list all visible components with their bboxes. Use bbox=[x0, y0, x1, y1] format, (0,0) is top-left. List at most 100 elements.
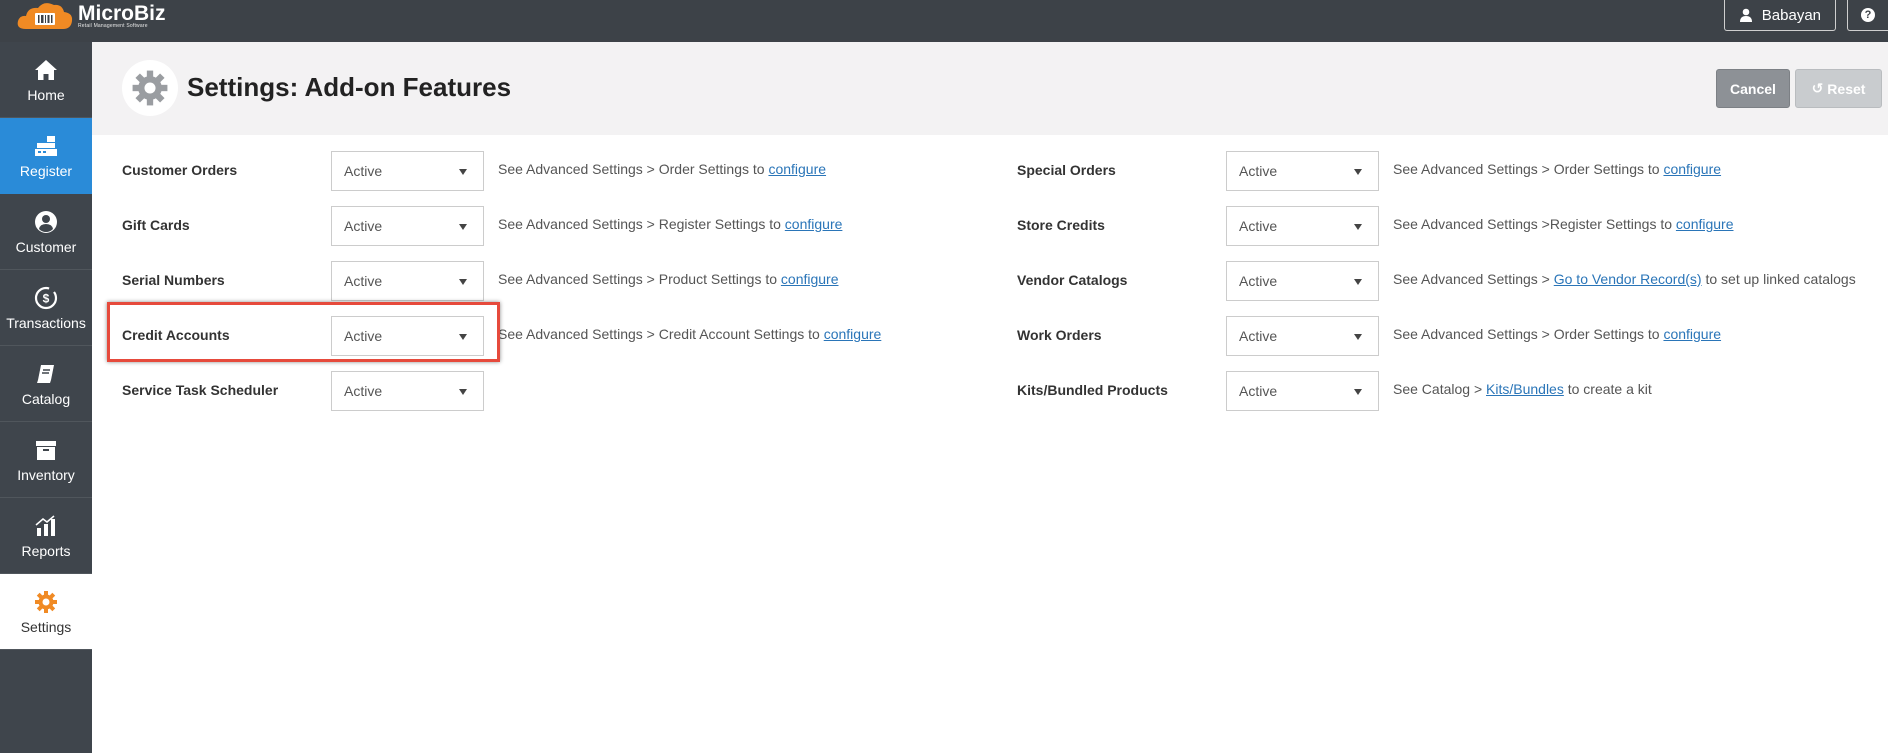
configure-link[interactable]: configure bbox=[1663, 326, 1721, 342]
sidebar-item-register[interactable]: Register bbox=[0, 118, 92, 194]
feature-select-kits-bundled-products[interactable]: Active bbox=[1226, 371, 1379, 411]
top-bar: MicroBiz Retail Management Software Baba… bbox=[0, 0, 1888, 42]
reset-button[interactable]: ↺ Reset bbox=[1795, 69, 1882, 108]
feature-select-work-orders[interactable]: Active bbox=[1226, 316, 1379, 356]
feature-select-vendor-catalogs[interactable]: Active bbox=[1226, 261, 1379, 301]
desc-text: See Advanced Settings >Register Settings… bbox=[1393, 216, 1673, 232]
sidebar-item-catalog[interactable]: Catalog bbox=[0, 346, 92, 422]
sidebar-item-inventory[interactable]: Inventory bbox=[0, 422, 92, 498]
desc-text: See Advanced Settings > Order Settings t… bbox=[1393, 326, 1660, 342]
logo[interactable]: MicroBiz Retail Management Software bbox=[16, 0, 166, 30]
sidebar-item-label: Settings bbox=[20, 618, 72, 635]
logo-cloud-icon bbox=[16, 0, 74, 30]
caret-down-icon bbox=[459, 169, 467, 175]
undo-icon: ↺ bbox=[1811, 80, 1824, 96]
feature-label-kits-bundled-products: Kits/Bundled Products bbox=[1017, 382, 1168, 398]
configure-link[interactable]: configure bbox=[785, 216, 843, 232]
feature-desc-credit-accounts: See Advanced Settings > Credit Account S… bbox=[498, 326, 881, 342]
sidebar: Home Register Customer $ Transactions Ca… bbox=[0, 42, 92, 753]
feature-desc-vendor-catalogs: See Advanced Settings > Go to Vendor Rec… bbox=[1393, 271, 1856, 287]
page-title: Settings: Add-on Features bbox=[187, 72, 512, 102]
feature-select-gift-cards[interactable]: Active bbox=[331, 206, 484, 246]
feature-label-work-orders: Work Orders bbox=[1017, 327, 1102, 343]
configure-link[interactable]: configure bbox=[1676, 216, 1734, 232]
select-value: Active bbox=[1239, 163, 1278, 179]
configure-link[interactable]: configure bbox=[781, 271, 839, 287]
settings-gear-icon bbox=[122, 60, 178, 116]
caret-down-icon bbox=[1354, 169, 1362, 175]
user-menu-button[interactable]: Babayan bbox=[1723, 0, 1836, 31]
desc-text: See Catalog > bbox=[1393, 381, 1483, 397]
feature-desc-gift-cards: See Advanced Settings > Register Setting… bbox=[498, 216, 842, 232]
help-icon: ? bbox=[1861, 8, 1875, 22]
feature-label-service-task-scheduler: Service Task Scheduler bbox=[122, 382, 279, 398]
sidebar-item-reports[interactable]: Reports bbox=[0, 498, 92, 574]
desc-text: See Advanced Settings > Order Settings t… bbox=[1393, 161, 1660, 177]
feature-select-store-credits[interactable]: Active bbox=[1226, 206, 1379, 246]
sidebar-item-label: Reports bbox=[21, 542, 71, 559]
catalog-icon bbox=[35, 361, 57, 387]
cancel-button-label: Cancel bbox=[1730, 80, 1776, 97]
desc-text-after: to set up linked catalogs bbox=[1705, 271, 1856, 287]
sidebar-item-settings[interactable]: Settings bbox=[0, 574, 92, 650]
feature-label-gift-cards: Gift Cards bbox=[122, 217, 190, 233]
sidebar-item-home[interactable]: Home bbox=[0, 42, 92, 118]
desc-text: See Advanced Settings > Register Setting… bbox=[498, 216, 781, 232]
gear-icon bbox=[34, 589, 58, 615]
register-icon bbox=[34, 133, 58, 159]
caret-down-icon bbox=[1354, 389, 1362, 395]
sidebar-item-label: Inventory bbox=[17, 466, 75, 483]
sidebar-item-transactions[interactable]: $ Transactions bbox=[0, 270, 92, 346]
kits-bundles-link[interactable]: Kits/Bundles bbox=[1486, 381, 1564, 397]
sidebar-item-label: Register bbox=[19, 162, 73, 179]
desc-text: See Advanced Settings > Product Settings… bbox=[498, 271, 778, 287]
customer-icon bbox=[34, 209, 58, 235]
home-icon bbox=[34, 57, 58, 83]
desc-text: See Advanced Settings > bbox=[1393, 271, 1550, 287]
desc-text-after: to create a kit bbox=[1567, 381, 1652, 397]
select-value: Active bbox=[344, 163, 383, 179]
feature-desc-serial-numbers: See Advanced Settings > Product Settings… bbox=[498, 271, 839, 287]
sidebar-item-customer[interactable]: Customer bbox=[0, 194, 92, 270]
caret-down-icon bbox=[459, 279, 467, 285]
user-icon bbox=[1739, 8, 1752, 22]
feature-select-special-orders[interactable]: Active bbox=[1226, 151, 1379, 191]
reset-button-label: Reset bbox=[1827, 80, 1866, 97]
transactions-icon: $ bbox=[34, 285, 58, 311]
caret-down-icon bbox=[1354, 334, 1362, 340]
user-name: Babayan bbox=[1761, 6, 1821, 24]
highlight-annotation bbox=[107, 302, 500, 362]
feature-label-serial-numbers: Serial Numbers bbox=[122, 272, 225, 288]
feature-desc-store-credits: See Advanced Settings >Register Settings… bbox=[1393, 216, 1734, 232]
caret-down-icon bbox=[459, 224, 467, 230]
vendor-record-link[interactable]: Go to Vendor Record(s) bbox=[1554, 271, 1702, 287]
feature-label-vendor-catalogs: Vendor Catalogs bbox=[1017, 272, 1128, 288]
caret-down-icon bbox=[459, 389, 467, 395]
select-value: Active bbox=[344, 273, 383, 289]
sidebar-item-label: Catalog bbox=[21, 390, 71, 407]
configure-link[interactable]: configure bbox=[1663, 161, 1721, 177]
select-value: Active bbox=[1239, 218, 1278, 234]
feature-desc-kits-bundled-products: See Catalog > Kits/Bundles to create a k… bbox=[1393, 381, 1652, 397]
select-value: Active bbox=[344, 383, 383, 399]
sidebar-item-label: Transactions bbox=[6, 314, 86, 331]
reports-icon bbox=[35, 513, 57, 539]
caret-down-icon bbox=[1354, 279, 1362, 285]
inventory-icon bbox=[35, 437, 57, 463]
cancel-button[interactable]: Cancel bbox=[1716, 69, 1790, 108]
sidebar-item-label: Home bbox=[27, 86, 65, 103]
configure-link[interactable]: configure bbox=[768, 161, 826, 177]
caret-down-icon bbox=[1354, 224, 1362, 230]
feature-select-service-task-scheduler[interactable]: Active bbox=[331, 371, 484, 411]
feature-desc-special-orders: See Advanced Settings > Order Settings t… bbox=[1393, 161, 1721, 177]
logo-name: MicroBiz bbox=[78, 2, 166, 25]
feature-label-store-credits: Store Credits bbox=[1017, 217, 1105, 233]
feature-select-customer-orders[interactable]: Active bbox=[331, 151, 484, 191]
select-value: Active bbox=[1239, 328, 1278, 344]
help-button[interactable]: ? bbox=[1847, 0, 1888, 31]
feature-select-serial-numbers[interactable]: Active bbox=[331, 261, 484, 301]
configure-link[interactable]: configure bbox=[824, 326, 882, 342]
svg-text:$: $ bbox=[43, 291, 50, 305]
feature-label-special-orders: Special Orders bbox=[1017, 162, 1116, 178]
feature-label-customer-orders: Customer Orders bbox=[122, 162, 238, 178]
